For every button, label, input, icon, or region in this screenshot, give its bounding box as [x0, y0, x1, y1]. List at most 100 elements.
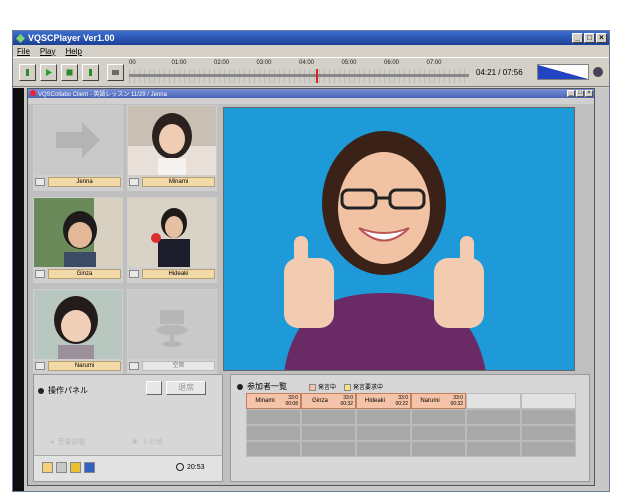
participant-cell[interactable]: Minami 33:0 00:08	[246, 393, 301, 409]
tile-empty-seat[interactable]: 空席	[127, 289, 217, 375]
empty-participant-cell[interactable]	[521, 393, 576, 409]
empty-participant-cell[interactable]	[411, 425, 466, 441]
speaker-icon: ◂	[50, 439, 54, 446]
volume-slider[interactable]	[537, 64, 589, 80]
leave-button[interactable]: 退席	[166, 381, 206, 395]
participant-cell[interactable]: Narumi 33:0 00:32	[411, 393, 466, 409]
request-swatch	[344, 383, 352, 391]
video-ginza	[34, 198, 122, 267]
tile-menu-icon[interactable]	[35, 270, 45, 278]
chat-icon[interactable]	[42, 462, 53, 473]
menu-file[interactable]: File	[17, 47, 30, 56]
tile-ginza[interactable]: Ginza	[33, 197, 123, 283]
play-icon	[46, 68, 52, 76]
video-narumi	[34, 290, 122, 359]
participant-stat-b: 00:22	[395, 401, 408, 407]
lock-icon[interactable]	[70, 462, 81, 473]
client-maximize-button[interactable]: □	[576, 90, 584, 97]
speaking-swatch	[309, 383, 316, 391]
seek-marker[interactable]	[316, 69, 318, 83]
empty-participant-cell[interactable]	[466, 409, 521, 425]
participant-name: Hideaki	[364, 398, 385, 404]
tile-narumi[interactable]: Narumi	[33, 289, 123, 375]
menu-play[interactable]: Play	[40, 47, 56, 56]
tile-jenna[interactable]: Jenna	[33, 105, 123, 191]
tile-name: 空席	[142, 361, 215, 371]
stop-icon	[66, 69, 73, 75]
participant-name: Narumi	[420, 398, 440, 404]
control-panel-title: 操作パネル	[48, 386, 88, 395]
tile-placeholder	[128, 290, 216, 359]
window-icon[interactable]	[84, 462, 95, 473]
main-video	[223, 107, 575, 371]
timecode-display: 04:21 / 07:56	[476, 68, 523, 77]
video-minami	[128, 106, 216, 175]
skip-start-icon	[26, 68, 29, 76]
empty-participant-cell[interactable]	[246, 441, 301, 457]
client-title-bar: VQSCollabo Client - 英語レッスン 11/29 / Jenna…	[28, 89, 594, 98]
clock-icon	[176, 463, 184, 471]
empty-participant-cell[interactable]	[301, 425, 356, 441]
legend-request: 発言要求中	[353, 385, 384, 391]
tile-minami[interactable]: Minami	[127, 105, 217, 191]
timeline-tick: 04:00	[299, 60, 315, 66]
tile-name: Ginza	[48, 269, 121, 279]
skip-start-button[interactable]	[19, 63, 36, 81]
participant-cell[interactable]: Hideaki 33:0 00:22	[356, 393, 411, 409]
tile-menu-icon[interactable]	[35, 362, 45, 370]
tile-menu-icon[interactable]	[35, 178, 45, 186]
gear-icon: ✺	[132, 439, 138, 446]
panel-footer: 20:53	[34, 455, 222, 481]
users-icon[interactable]	[56, 462, 67, 473]
panel-small-button[interactable]	[146, 381, 162, 395]
empty-participant-cell[interactable]	[411, 441, 466, 457]
seek-timeline[interactable]: 00 01:00 02:00 03:00 04:00 05:00 06:00 07:00	[129, 60, 469, 86]
volume-adjust-item[interactable]: ◂ 音量調整	[50, 437, 86, 447]
empty-participant-cell[interactable]	[411, 409, 466, 425]
maximize-button[interactable]: □	[584, 33, 595, 43]
participant-cell[interactable]: Ginza 33:0 00:32	[301, 393, 356, 409]
empty-participant-cell[interactable]	[466, 393, 521, 409]
skip-end-icon	[89, 68, 92, 76]
empty-participant-cell[interactable]	[246, 425, 301, 441]
menu-help[interactable]: Help	[65, 47, 81, 56]
collabo-client-window: VQSCollabo Client - 英語レッスン 11/29 / Jenna…	[27, 88, 595, 486]
play-button[interactable]	[40, 63, 57, 81]
title-bar: VQSCPlayer Ver1.00 _ □ ×	[13, 31, 609, 45]
empty-participant-cell[interactable]	[521, 425, 576, 441]
empty-participant-cell[interactable]	[356, 441, 411, 457]
empty-participant-cell[interactable]	[301, 409, 356, 425]
timeline-tick: 00	[129, 60, 136, 66]
client-title: VQSCollabo Client - 英語レッスン 11/29 / Jenna	[38, 92, 167, 98]
empty-participant-cell[interactable]	[466, 425, 521, 441]
empty-participant-cell[interactable]	[356, 409, 411, 425]
clock-time: 20:53	[187, 463, 205, 471]
volume-icon[interactable]	[593, 67, 603, 77]
tile-menu-icon[interactable]	[129, 362, 139, 370]
bullet-icon	[38, 387, 44, 394]
window-title: VQSCPlayer Ver1.00	[28, 33, 115, 43]
client-close-button[interactable]: ×	[585, 90, 593, 97]
empty-participant-cell[interactable]	[246, 409, 301, 425]
empty-participant-cell[interactable]	[301, 441, 356, 457]
client-minimize-button[interactable]: _	[567, 90, 575, 97]
participant-name: Ginza	[312, 398, 328, 404]
empty-participant-cell[interactable]	[356, 425, 411, 441]
minimize-button[interactable]: _	[572, 33, 583, 43]
other-item[interactable]: ✺ その他	[132, 437, 163, 447]
close-button[interactable]: ×	[596, 33, 607, 43]
record-button[interactable]	[107, 63, 124, 81]
stop-button[interactable]	[61, 63, 78, 81]
tile-menu-icon[interactable]	[129, 178, 139, 186]
empty-participant-cell[interactable]	[466, 441, 521, 457]
teacher-video	[224, 108, 574, 370]
skip-end-button[interactable]	[82, 63, 99, 81]
participant-tiles: Jenna Minami Ginza Hideaki Narumi 空席	[33, 105, 219, 375]
participant-stat-b: 00:08	[285, 401, 298, 407]
tile-hideaki[interactable]: Hideaki	[127, 197, 217, 283]
empty-participant-cell[interactable]	[521, 409, 576, 425]
empty-participant-cell[interactable]	[521, 441, 576, 457]
tile-menu-icon[interactable]	[129, 270, 139, 278]
participant-stat-b: 00:32	[450, 401, 463, 407]
tile-name: Hideaki	[142, 269, 215, 279]
